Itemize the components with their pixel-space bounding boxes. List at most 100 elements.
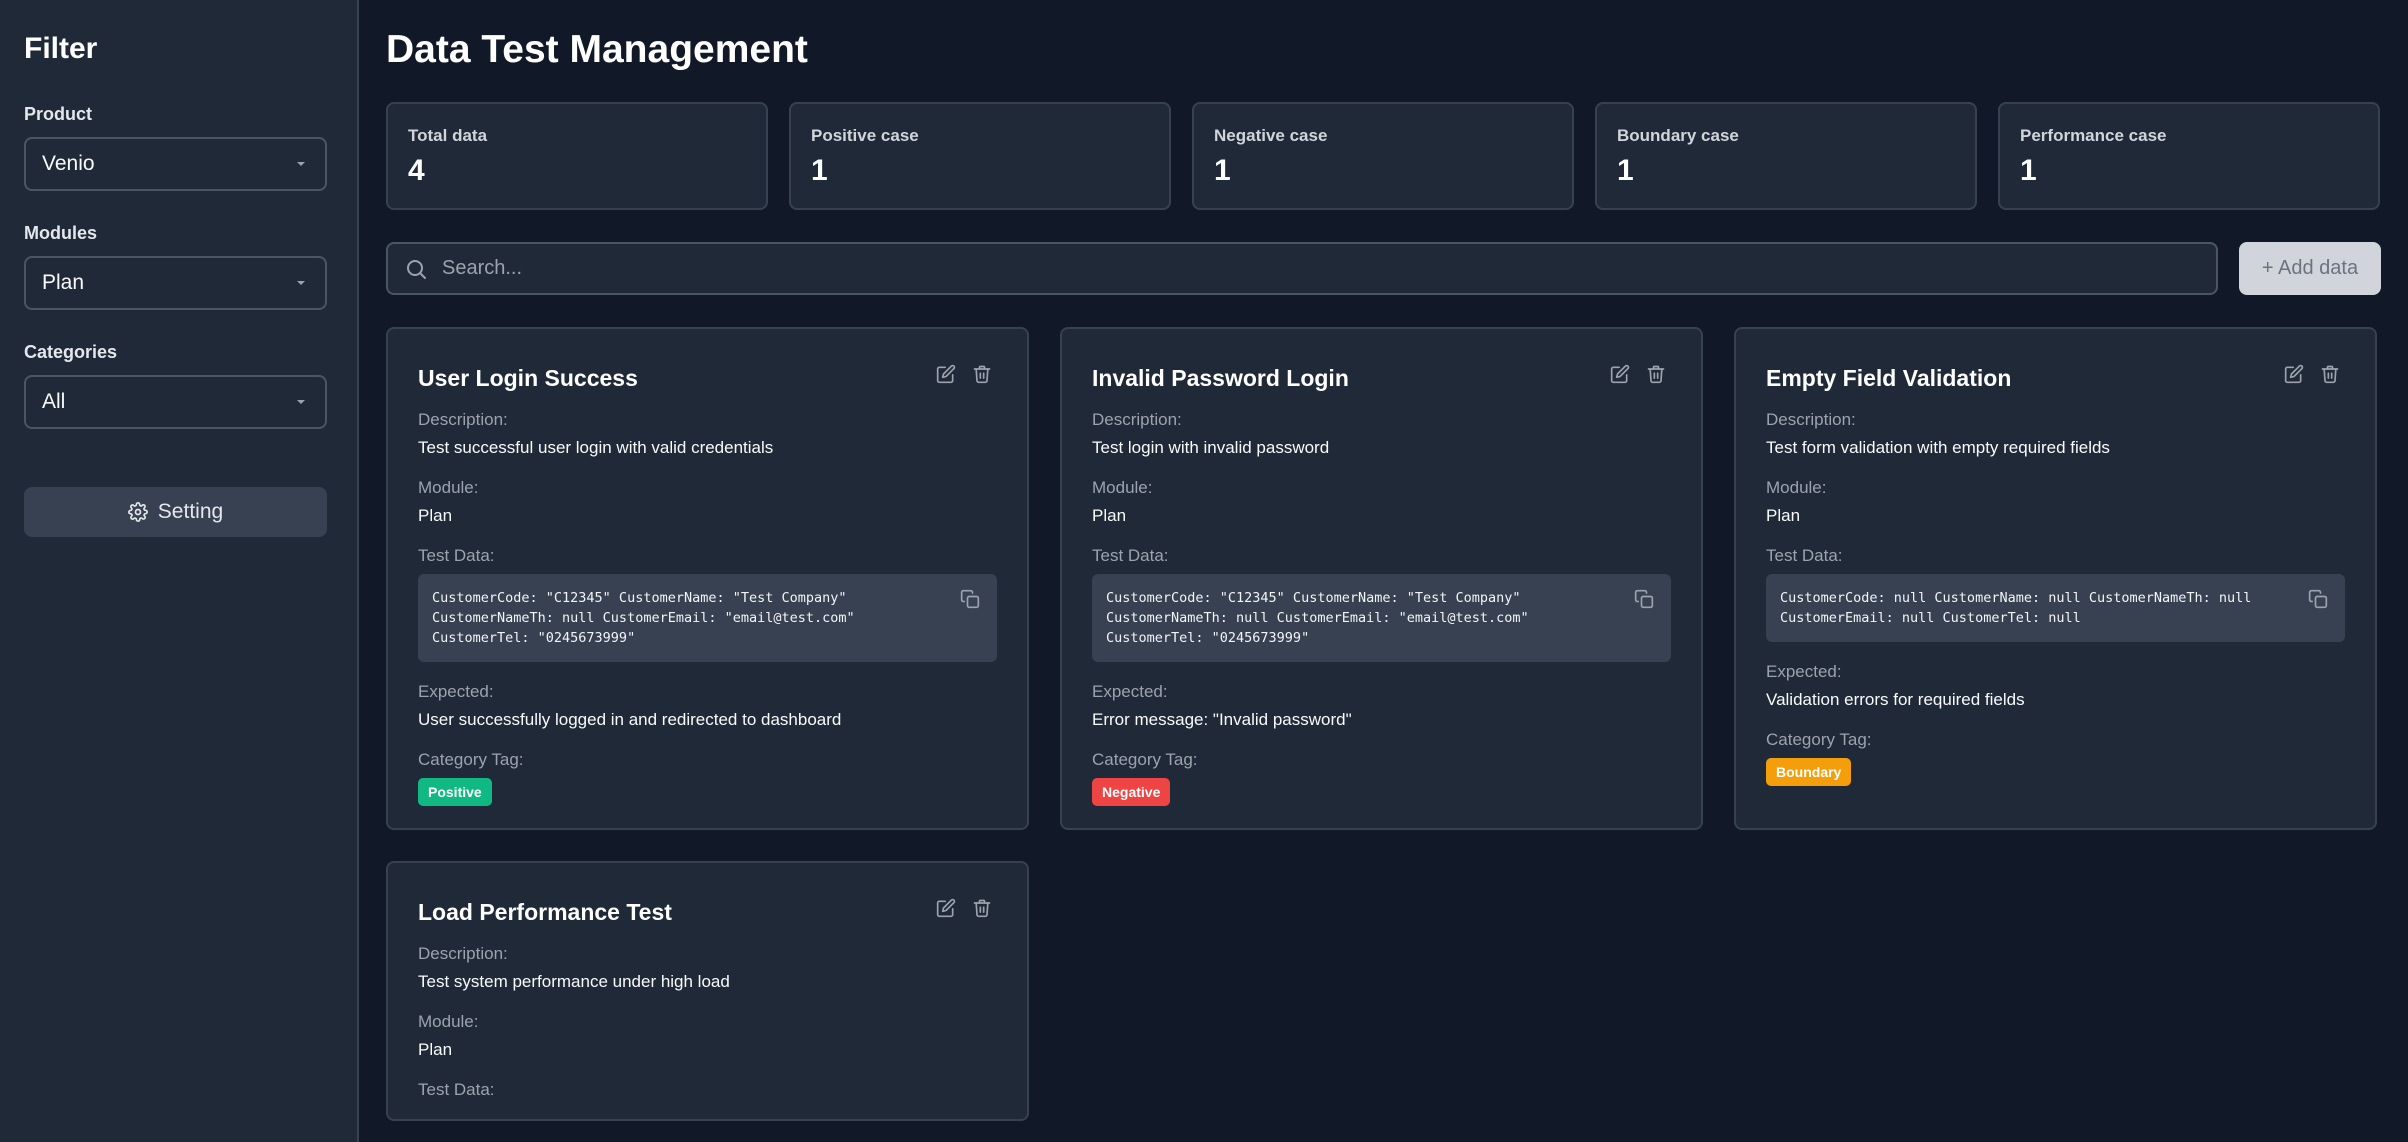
stat-performance: Performance case 1: [1998, 102, 2380, 210]
product-select[interactable]: Venio: [24, 137, 327, 191]
main-content: Data Test Management Total data 4 Positi…: [359, 0, 2408, 1142]
copy-icon[interactable]: [1633, 588, 1655, 610]
description-label: Description:: [418, 944, 508, 963]
expected-value: Validation errors for required fields: [1766, 690, 2025, 709]
module-label: Module:: [1766, 478, 1827, 497]
description-value: Test successful user login with valid cr…: [418, 438, 774, 457]
card-actions: [2283, 363, 2341, 385]
edit-icon[interactable]: [2283, 363, 2305, 385]
stat-label: Negative case: [1214, 126, 1328, 145]
stat-boundary: Boundary case 1: [1595, 102, 1977, 210]
test-data-label: Test Data:: [418, 546, 495, 565]
card-actions: [935, 363, 993, 385]
description-label: Description:: [1092, 410, 1182, 429]
stat-label: Performance case: [2020, 126, 2167, 145]
stat-value: 1: [811, 154, 828, 187]
module-label: Module:: [418, 478, 479, 497]
test-data-text: CustomerCode: "C12345" CustomerName: "Te…: [1106, 590, 1529, 646]
stat-negative: Negative case 1: [1192, 102, 1574, 210]
category-tag-label: Category Tag:: [418, 750, 524, 769]
copy-icon[interactable]: [959, 588, 981, 610]
chevron-down-icon: [297, 281, 305, 285]
modules-select[interactable]: Plan: [24, 256, 327, 310]
expected-label: Expected:: [1766, 662, 1842, 681]
copy-icon[interactable]: [2307, 588, 2329, 610]
stat-positive: Positive case 1: [789, 102, 1171, 210]
page-title: Data Test Management: [386, 28, 808, 71]
category-tag: Boundary: [1766, 758, 1852, 786]
test-data-code: CustomerCode: "C12345" CustomerName: "Te…: [1092, 574, 1671, 662]
test-data-text: CustomerCode: "C12345" CustomerName: "Te…: [432, 590, 855, 646]
stat-value: 1: [2020, 154, 2037, 187]
modules-select-value: Plan: [42, 271, 85, 294]
module-value: Plan: [418, 506, 453, 525]
expected-value: Error message: "Invalid password": [1092, 710, 1352, 729]
card-title: Empty Field Validation: [1766, 365, 2012, 391]
modules-label: Modules: [24, 223, 98, 243]
card-title: Load Performance Test: [418, 899, 672, 925]
chevron-down-icon: [297, 400, 305, 404]
add-data-button[interactable]: + Add data: [2239, 242, 2381, 295]
description-value: Test form validation with empty required…: [1766, 438, 2110, 457]
search-icon: [407, 259, 426, 279]
category-tag-label: Category Tag:: [1092, 750, 1198, 769]
test-data-text: CustomerCode: null CustomerName: null Cu…: [1780, 590, 2252, 626]
test-data-label: Test Data:: [1766, 546, 1843, 565]
description-value: Test login with invalid password: [1092, 438, 1330, 457]
stats-row: Total data 4 Positive case 1 Negative ca…: [386, 102, 2381, 210]
test-data-code: CustomerCode: "C12345" CustomerName: "Te…: [418, 574, 997, 662]
stat-total: Total data 4: [386, 102, 768, 210]
stat-value: 4: [408, 154, 425, 187]
stat-label: Boundary case: [1617, 126, 1739, 145]
expected-label: Expected:: [1092, 682, 1168, 701]
module-label: Module:: [418, 1012, 479, 1031]
edit-icon[interactable]: [935, 363, 957, 385]
expected-label: Expected:: [418, 682, 494, 701]
edit-icon[interactable]: [935, 897, 957, 919]
card-title: Invalid Password Login: [1092, 365, 1349, 391]
module-value: Plan: [418, 1040, 453, 1059]
trash-icon[interactable]: [971, 363, 993, 385]
description-value: Test system performance under high load: [418, 972, 730, 991]
stat-value: 1: [1214, 154, 1231, 187]
module-value: Plan: [1092, 506, 1127, 525]
test-data-label: Test Data:: [418, 1080, 495, 1099]
test-card: Empty Field Validation Description: Test…: [1734, 327, 2377, 830]
expected-value: User successfully logged in and redirect…: [418, 710, 842, 729]
categories-select-value: All: [42, 390, 66, 413]
product-label: Product: [24, 104, 93, 124]
search-input[interactable]: [442, 257, 2200, 280]
card-title: User Login Success: [418, 365, 638, 391]
setting-label: Setting: [157, 500, 224, 523]
test-data-label: Test Data:: [1092, 546, 1169, 565]
trash-icon[interactable]: [2319, 363, 2341, 385]
module-value: Plan: [1766, 506, 1801, 525]
stat-value: 1: [1617, 154, 1634, 187]
modules-filter: Modules Plan: [24, 223, 333, 310]
category-tag: Positive: [418, 778, 492, 806]
stat-label: Positive case: [811, 126, 919, 145]
search-box[interactable]: [386, 242, 2218, 295]
gear-icon: [127, 502, 148, 522]
cards-grid: User Login Success Description: Test suc…: [386, 327, 2381, 1121]
setting-button[interactable]: Setting: [24, 487, 327, 537]
test-data-code: CustomerCode: null CustomerName: null Cu…: [1766, 574, 2345, 642]
module-label: Module:: [1092, 478, 1153, 497]
stat-label: Total data: [408, 126, 488, 145]
card-actions: [935, 897, 993, 919]
product-filter: Product Venio: [24, 104, 333, 191]
test-card: User Login Success Description: Test suc…: [386, 327, 1029, 830]
card-actions: [1609, 363, 1667, 385]
category-tag-label: Category Tag:: [1766, 730, 1872, 749]
categories-select[interactable]: All: [24, 375, 327, 429]
edit-icon[interactable]: [1609, 363, 1631, 385]
category-tag: Negative: [1092, 778, 1171, 806]
search-row: + Add data: [386, 242, 2381, 295]
trash-icon[interactable]: [1645, 363, 1667, 385]
filter-sidebar: Filter Product Venio Modules Plan Catego…: [0, 0, 359, 1142]
app: Filter Product Venio Modules Plan Catego…: [0, 0, 2408, 1142]
sidebar-title: Filter: [24, 32, 98, 65]
trash-icon[interactable]: [971, 897, 993, 919]
chevron-down-icon: [297, 162, 305, 166]
test-card: Load Performance Test Description: Test …: [386, 861, 1029, 1121]
